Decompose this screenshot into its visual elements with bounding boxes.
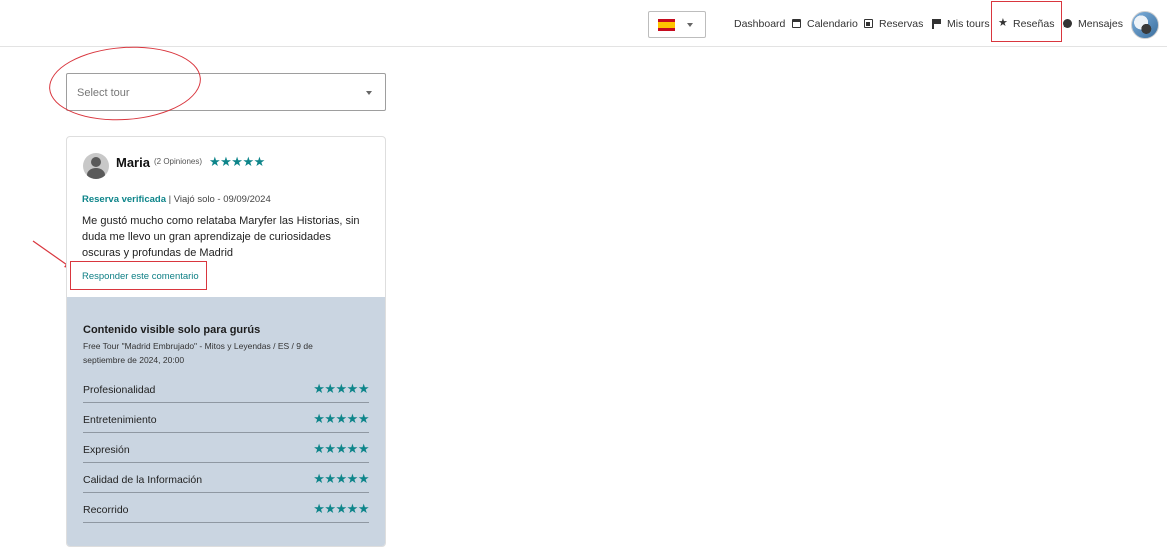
private-section-subtitle: Free Tour "Madrid Embrujado" - Mitos y L… <box>83 341 313 365</box>
rating-row: Recorrido ★★★★★ <box>83 493 369 523</box>
user-avatar-button[interactable] <box>1131 11 1159 39</box>
rating-row: Calidad de la Información ★★★★★ <box>83 463 369 493</box>
flag-icon <box>932 19 941 29</box>
nav-calendario-label: Calendario <box>807 17 858 30</box>
review-card: Maria (2 Opiniones) ★★★★★ Reserva verifi… <box>66 136 386 547</box>
chat-bubble-icon <box>1063 19 1072 28</box>
nav-reservas[interactable]: Reservas <box>864 0 923 47</box>
review-stars: ★★★★★ <box>209 154 265 169</box>
review-text: Me gustó mucho como relataba Maryfer las… <box>82 215 360 259</box>
rating-row: Entretenimiento ★★★★★ <box>83 403 369 433</box>
rating-label: Profesionalidad <box>83 384 156 396</box>
nav-reservas-label: Reservas <box>879 17 924 30</box>
rating-stars: ★★★★★ <box>313 381 369 396</box>
rating-row: Profesionalidad ★★★★★ <box>83 373 369 403</box>
private-section-title: Contenido visible solo para gurús <box>83 324 261 336</box>
rating-label: Calidad de la Información <box>83 474 203 486</box>
language-selector[interactable] <box>648 11 706 38</box>
rating-label: Entretenimiento <box>83 414 157 426</box>
nav-calendario[interactable]: Calendario <box>792 0 858 47</box>
nav-mensajes[interactable]: Mensajes <box>1063 0 1123 47</box>
rating-stars: ★★★★★ <box>313 471 369 486</box>
rating-label: Expresión <box>83 444 130 456</box>
rating-stars: ★★★★★ <box>313 441 369 456</box>
nav-dashboard-label: Dashboard <box>734 17 786 30</box>
verified-badge: Reserva verificada <box>82 194 166 205</box>
list-icon <box>864 19 873 28</box>
nav-dashboard[interactable]: Dashboard <box>734 0 785 47</box>
avatar <box>83 153 109 179</box>
reviewer-opinions-count: (2 Opiniones) <box>154 157 203 166</box>
annotation-highlight-box <box>70 261 207 290</box>
annotation-ellipse <box>46 41 204 126</box>
annotation-highlight-box <box>991 1 1062 42</box>
rating-label: Recorrido <box>83 504 129 516</box>
rating-stars: ★★★★★ <box>313 411 369 426</box>
nav-mensajes-label: Mensajes <box>1078 17 1123 30</box>
rating-row: Expresión ★★★★★ <box>83 433 369 463</box>
nav-mis-tours[interactable]: Mis tours <box>932 0 990 47</box>
spain-flag-icon <box>658 19 675 31</box>
nav-mis-tours-label: Mis tours <box>947 17 990 30</box>
chevron-down-icon <box>687 23 693 27</box>
reviewer-name: Maria <box>116 155 150 170</box>
verified-line: Reserva verificada | Viajó solo - 09/09/… <box>82 194 271 205</box>
rating-stars: ★★★★★ <box>313 501 369 516</box>
chevron-down-icon <box>366 91 372 95</box>
trip-info: | Viajó solo - 09/09/2024 <box>165 194 271 205</box>
calendar-icon <box>792 19 801 28</box>
guru-private-section: Contenido visible solo para gurús Free T… <box>67 297 385 546</box>
